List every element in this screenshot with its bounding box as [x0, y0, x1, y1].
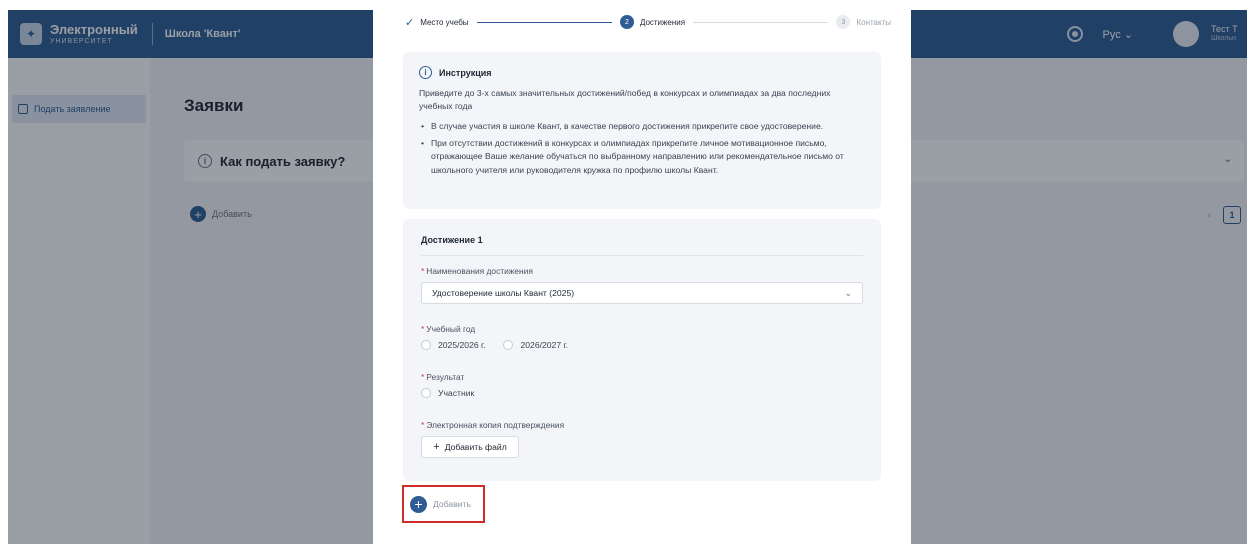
step-connector — [693, 21, 829, 23]
radio-circle[interactable] — [421, 340, 431, 350]
instructions-panel: i Инструкция Приведите до 3-х самых знач… — [403, 52, 881, 209]
radio-label: Участник — [438, 388, 475, 398]
add-file-button[interactable]: + Добавить файл — [421, 436, 519, 458]
check-icon: ✓ — [405, 16, 415, 29]
radio-year-2025[interactable]: 2025/2026 г. — [421, 340, 485, 350]
radio-label: 2026/2027 г. — [520, 340, 568, 350]
instructions-list: В случае участия в школе Квант, в качест… — [419, 120, 865, 177]
application-modal: ✓ Место учебы 2 Достижения 3 Контакты i … — [373, 0, 911, 544]
required-marker: * — [421, 372, 425, 382]
achievement-name-label: Наименования достижения — [426, 266, 533, 276]
step-connector — [476, 21, 612, 23]
select-value: Удостоверение школы Квант (2025) — [432, 288, 575, 298]
plus-icon: + — [410, 495, 427, 513]
step-label: Контакты — [856, 17, 892, 27]
achievement-title: Достижение 1 — [421, 235, 863, 256]
instructions-title: Инструкция — [439, 67, 492, 78]
step-place-of-study[interactable]: ✓ Место учебы — [405, 16, 469, 29]
list-item: При отсутствии достижений в конкурсах и … — [419, 137, 865, 177]
list-item: В случае участия в школе Квант, в качест… — [419, 120, 865, 134]
academic-year-label: Учебный год — [426, 324, 476, 334]
radio-year-2026[interactable]: 2026/2027 г. — [503, 340, 568, 350]
radio-participant[interactable]: Участник — [421, 388, 474, 398]
required-marker: * — [421, 266, 425, 276]
step-contacts[interactable]: 3 Контакты — [836, 15, 891, 29]
add-achievement-button[interactable]: + Добавить — [402, 485, 485, 523]
result-radio-group: Участник — [421, 388, 863, 398]
academic-year-radio-group: 2025/2026 г. 2026/2027 г. — [421, 340, 863, 350]
achievement-card: Достижение 1 * Наименования достижения Уд… — [403, 219, 881, 481]
step-number: 3 — [836, 15, 851, 29]
step-label: Место учебы — [420, 17, 469, 27]
chevron-down-icon: ⌄ — [844, 287, 852, 298]
result-label: Результат — [426, 372, 465, 382]
info-icon: i — [419, 66, 432, 79]
achievement-name-select[interactable]: Удостоверение школы Квант (2025) ⌄ — [421, 282, 863, 304]
add-file-label: Добавить файл — [444, 442, 507, 452]
instructions-intro: Приведите до 3-х самых значительных дост… — [419, 88, 831, 112]
step-label: Достижения — [639, 17, 686, 27]
required-marker: * — [421, 420, 425, 430]
step-number: 2 — [619, 15, 634, 29]
step-achievements[interactable]: 2 Достижения — [619, 15, 686, 29]
required-marker: * — [421, 324, 425, 334]
plus-icon: + — [433, 440, 440, 453]
stepper: ✓ Место учебы 2 Достижения 3 Контакты — [373, 0, 911, 44]
radio-circle[interactable] — [421, 388, 431, 398]
add-achievement-label: Добавить — [433, 499, 471, 509]
radio-circle[interactable] — [503, 340, 514, 350]
radio-label: 2025/2026 г. — [438, 340, 486, 350]
file-copy-label: Электронная копия подтверждения — [426, 420, 565, 430]
